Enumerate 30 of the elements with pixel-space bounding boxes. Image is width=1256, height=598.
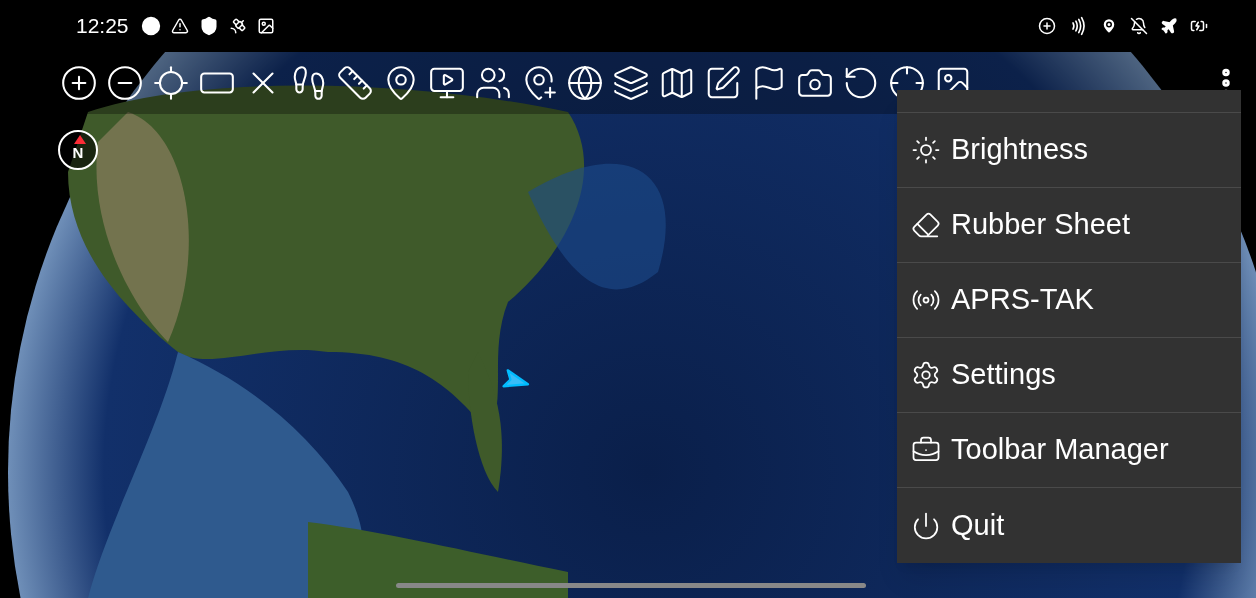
zoom-in-icon[interactable] <box>60 64 98 102</box>
satellite-icon <box>228 17 247 35</box>
menu-item-label: Quit <box>951 507 1005 543</box>
globe-icon[interactable] <box>566 64 604 102</box>
menu-item[interactable]: Settings <box>897 338 1241 413</box>
location-icon <box>1100 17 1118 35</box>
bell-off-icon <box>1130 17 1148 35</box>
power-icon <box>911 510 941 541</box>
ruler-icon[interactable] <box>336 64 374 102</box>
zoom-out-icon[interactable] <box>106 64 144 102</box>
compass-button[interactable]: N <box>58 130 98 170</box>
eraser-icon <box>911 210 941 240</box>
menu-item-label: APRS-TAK <box>951 282 1094 318</box>
settings-icon <box>911 360 941 390</box>
menu-item-label: Settings <box>951 357 1056 393</box>
menu-item[interactable]: Brightness <box>897 113 1241 188</box>
image-icon <box>256 17 275 35</box>
warning-icon <box>170 17 189 35</box>
menu-item[interactable]: APRS-TAK <box>897 263 1241 338</box>
compass-needle-icon <box>74 135 86 144</box>
airplane-icon <box>1160 17 1178 35</box>
menu-item-label: Rubber Sheet <box>951 207 1130 243</box>
menu-item-label: Toolbar Manager <box>951 432 1169 468</box>
menu-item[interactable]: Toolbar Manager <box>897 413 1241 488</box>
menu-item[interactable]: Quit <box>897 488 1241 563</box>
clock: 12:25 <box>76 13 129 40</box>
menu-item-label: Brightness <box>951 132 1088 168</box>
layers-icon[interactable] <box>612 64 650 102</box>
sun-icon <box>911 135 941 165</box>
menu-item[interactable]: Rubber Sheet <box>897 188 1241 263</box>
